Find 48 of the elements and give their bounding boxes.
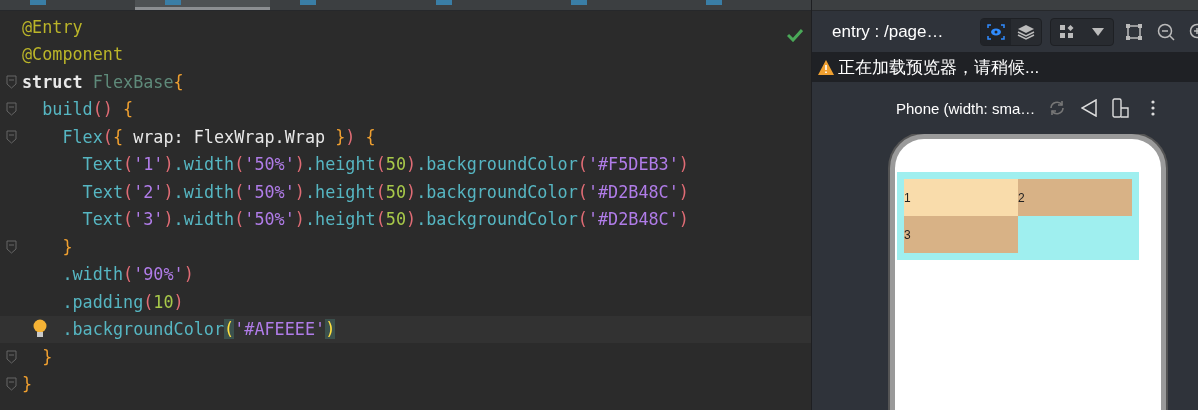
caret-icon — [1092, 27, 1104, 36]
back-triangle-icon — [1081, 99, 1098, 117]
view-toggle[interactable] — [980, 17, 1042, 46]
square-icon — [1126, 23, 1142, 40]
file-icon — [30, 0, 46, 5]
refresh-icon — [1048, 99, 1067, 117]
code-line: Flex({ wrap: FlexWrap.Wrap }) { — [61, 126, 376, 147]
code-line: } — [22, 374, 33, 395]
fold-icon[interactable] — [5, 349, 17, 364]
code-line: build() { — [41, 99, 134, 120]
grid-icon — [1060, 24, 1074, 39]
fold-icon[interactable] — [5, 239, 17, 254]
file-icon — [435, 0, 452, 5]
more-icon — [1151, 100, 1156, 116]
code-line: struct FlexBase{ — [22, 71, 184, 92]
inspect-button[interactable] — [981, 18, 1011, 45]
fold-icon[interactable] — [5, 74, 17, 89]
lightbulb-icon[interactable] — [32, 319, 48, 340]
file-icon — [705, 0, 722, 5]
code-line: Text('2').width('50%').height(50).backgroundColor('#D2B48C') — [81, 181, 689, 202]
code-line: Text('3').width('50%').height(50).backgroundColor('#D2B48C') — [81, 209, 689, 230]
file-icon — [570, 0, 587, 5]
code-line: } — [41, 346, 53, 367]
zoom-out-icon — [1157, 22, 1175, 41]
code-line: .padding(10) — [61, 291, 184, 312]
layers-icon — [1017, 23, 1035, 40]
flex-item: 1 — [904, 179, 1018, 216]
code-line: Text('1').width('50%').height(50).backgroundColor('#F5DEB3') — [81, 154, 689, 175]
file-icon — [300, 0, 317, 5]
loading-message: 正在加载预览器，请稍候... — [838, 56, 1040, 79]
layout-dropdown[interactable] — [1050, 17, 1114, 46]
fold-icon[interactable] — [5, 129, 17, 144]
code-line: @Entry — [22, 16, 83, 37]
flex-item: 2 — [1018, 179, 1132, 216]
flex-item: 3 — [904, 216, 1018, 253]
code-line: @Component — [22, 44, 124, 65]
code-line: } — [61, 236, 73, 257]
fold-icon[interactable] — [5, 102, 17, 117]
code-line: .width('90%') — [61, 264, 194, 285]
file-icon — [165, 0, 182, 5]
warning-icon — [818, 59, 834, 75]
device-selector[interactable]: Phone (width: sma… — [896, 99, 1036, 117]
eye-icon — [987, 23, 1005, 40]
code-line: .backgroundColor('#AFEEEE') — [61, 319, 336, 340]
fold-icon[interactable] — [5, 377, 17, 392]
editor-tab[interactable] — [135, 0, 271, 10]
device-rotate-icon — [1112, 98, 1131, 118]
preview-title: entry : /page… — [832, 21, 945, 42]
